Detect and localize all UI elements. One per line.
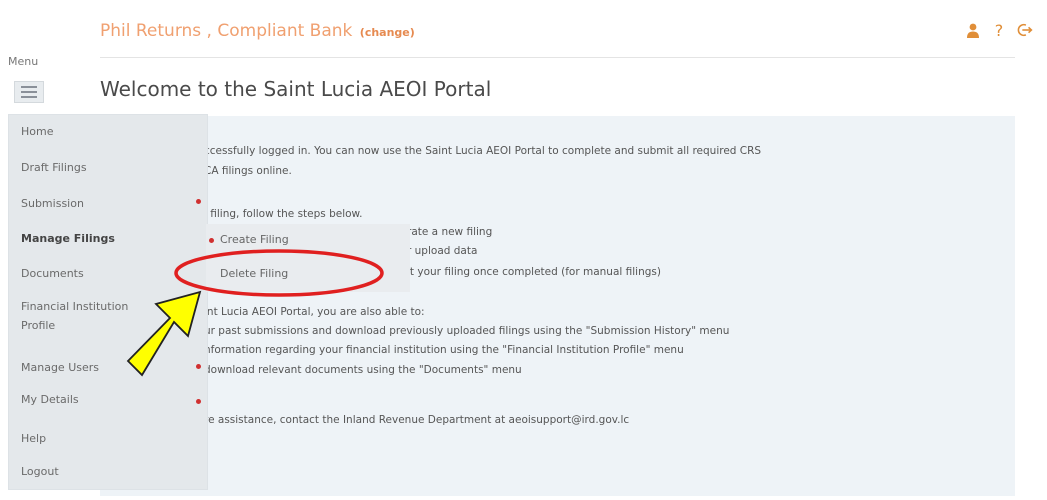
notification-dot	[196, 399, 201, 404]
step-text: r upload data	[407, 245, 478, 257]
feature-text: ur past submissions and download previou…	[204, 325, 730, 337]
sidebar-nav: Home Draft Filings Submission Manage Fil…	[8, 114, 208, 490]
sidebar-item-manage-users[interactable]: Manage Users	[21, 361, 99, 374]
submenu-item-create-filing[interactable]: Create Filing	[220, 233, 289, 246]
submenu-item-delete-filing[interactable]: Delete Filing	[220, 267, 288, 280]
header-title: Phil Returns , Compliant Bank (change)	[100, 21, 415, 41]
page-title: Welcome to the Saint Lucia AEOI Portal	[100, 77, 492, 101]
help-glyph: ?	[994, 20, 1004, 40]
feature-text: download relevant documents using the "D…	[204, 364, 522, 376]
sidebar-item-documents[interactable]: Documents	[21, 267, 84, 280]
sidebar-item-help[interactable]: Help	[21, 432, 46, 445]
sidebar-item-draft-filings[interactable]: Draft Filings	[21, 161, 87, 174]
step-text: rate a new filing	[407, 226, 493, 238]
notification-dot	[196, 199, 201, 204]
institution-name: Phil Returns , Compliant Bank	[100, 21, 353, 41]
header-icons: ?	[965, 20, 1033, 40]
feature-text: nformation regarding your financial inst…	[204, 344, 684, 356]
steps-intro: i filing, follow the steps below.	[204, 208, 363, 220]
welcome-text-line: CA filings online.	[204, 165, 292, 177]
change-link[interactable]: (change)	[360, 26, 415, 39]
step-text: it your filing once completed (for manua…	[407, 266, 661, 278]
user-icon[interactable]	[965, 21, 981, 39]
logout-icon[interactable]	[1017, 21, 1033, 39]
sidebar-item-home[interactable]: Home	[21, 125, 53, 138]
header-divider	[100, 57, 1015, 58]
hamburger-menu-icon[interactable]	[14, 81, 44, 103]
sidebar-item-logout[interactable]: Logout	[21, 465, 59, 478]
sidebar-item-submission[interactable]: Submission	[21, 197, 84, 210]
welcome-text-line: ccessfully logged in. You can now use th…	[204, 145, 762, 157]
welcome-panel: ccessfully logged in. You can now use th…	[100, 116, 1015, 496]
sidebar-item-financial-institution-profile[interactable]: Financial Institution Profile	[21, 297, 161, 335]
assistance-text: re assistance, contact the Inland Revenu…	[204, 414, 630, 426]
help-icon[interactable]: ?	[991, 20, 1007, 40]
manage-filings-submenu: Create Filing Delete Filing	[206, 224, 410, 292]
features-intro: int Lucia AEOI Portal, you are also able…	[204, 306, 425, 318]
submenu-dot	[209, 238, 214, 243]
notification-dot	[196, 364, 201, 369]
menu-label: Menu	[8, 55, 39, 68]
sidebar-item-manage-filings[interactable]: Manage Filings	[21, 232, 115, 245]
sidebar-item-my-details[interactable]: My Details	[21, 393, 79, 406]
